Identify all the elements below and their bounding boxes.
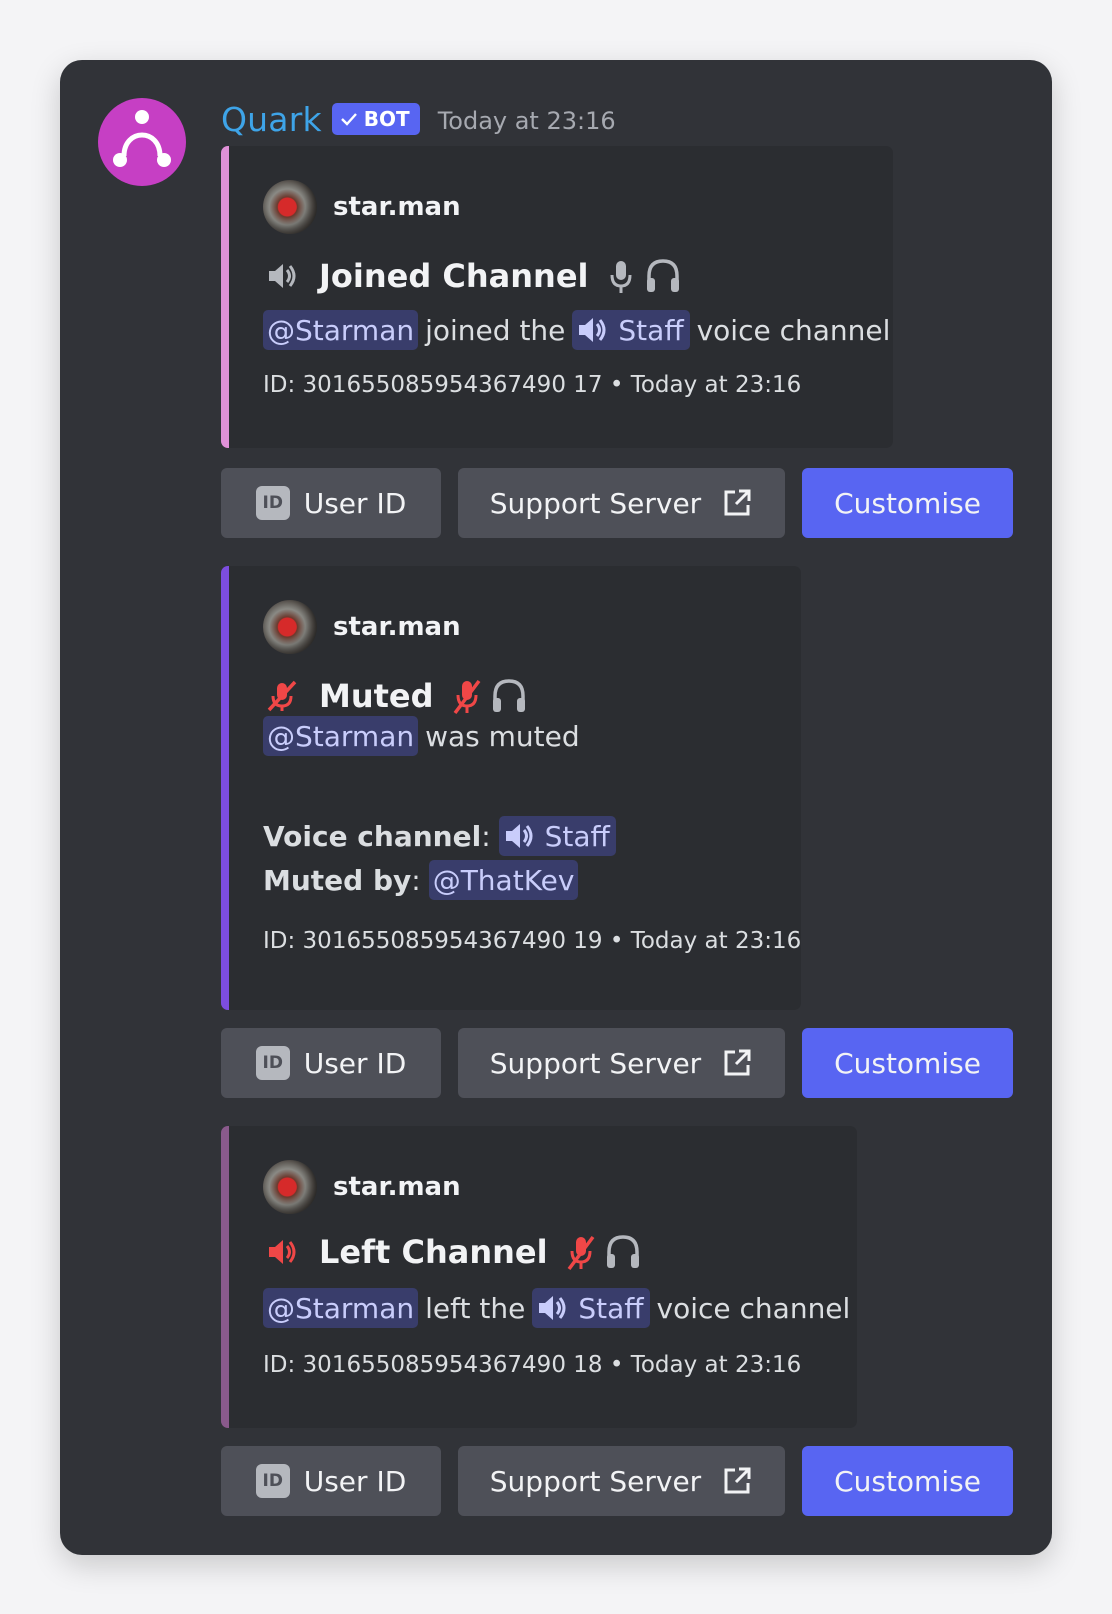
quark-logo-icon — [113, 110, 171, 167]
bot-avatar[interactable] — [98, 98, 186, 186]
action-row: ID User ID Support Server Customise — [221, 1446, 1013, 1516]
message-timestamp[interactable]: Today at 23:16 — [438, 107, 616, 135]
field-separator: : — [411, 863, 421, 897]
description-text: voice channel — [696, 313, 891, 347]
user-mention[interactable]: @Starman — [263, 1288, 419, 1328]
headphones-icon — [606, 1235, 639, 1268]
author-avatar[interactable] — [263, 600, 317, 654]
user-mention[interactable]: @Starman — [263, 310, 419, 350]
headphones-icon — [492, 679, 525, 712]
id-card-icon: ID — [255, 1046, 290, 1080]
description-text: voice channel — [656, 1291, 851, 1325]
id-card-icon: ID — [255, 486, 290, 520]
muted-microphone-icon — [453, 679, 480, 715]
voice-channel-icon — [579, 318, 606, 342]
channel-mention[interactable]: Staff — [498, 816, 616, 856]
embed-description: @Starman left the Staff voice channel — [263, 1288, 857, 1328]
external-link-icon — [724, 1049, 751, 1076]
embed-joined-channel: star.man Joined Channel @Starman joined … — [221, 146, 893, 448]
embed-footer: ID: 301655085954367490 17 • Today at 23:… — [263, 372, 802, 398]
user-id-button[interactable]: ID User ID — [221, 468, 441, 538]
embed-left-channel: star.man Left Channel @Starman left the … — [221, 1126, 857, 1428]
state-icons — [448, 676, 528, 716]
description-text: joined the — [425, 313, 566, 347]
embed-title: Left Channel — [263, 1232, 642, 1272]
author-name[interactable]: star.man — [333, 612, 461, 642]
embed-description: @Starman joined the Staff voice channel — [263, 310, 897, 350]
embed-title: Joined Channel — [263, 256, 682, 296]
author-name[interactable]: star.man — [333, 192, 461, 222]
author-avatar[interactable] — [263, 1160, 317, 1214]
user-mention[interactable]: @ThatKev — [428, 860, 579, 900]
embed-title-text: Joined Channel — [319, 257, 589, 295]
embed-title-text: Muted — [319, 677, 434, 715]
voice-channel-icon — [505, 824, 533, 848]
user-id-button[interactable]: ID User ID — [221, 1446, 441, 1516]
field-muted-by: Muted by : @ThatKev — [263, 860, 579, 900]
action-row: ID User ID Support Server Customise — [221, 1028, 1013, 1098]
button-label: Customise — [834, 1464, 981, 1498]
button-label: Support Server — [489, 486, 702, 520]
user-id-button[interactable]: ID User ID — [221, 1028, 441, 1098]
muted-microphone-icon — [567, 1235, 594, 1271]
channel-mention[interactable]: Staff — [532, 1288, 650, 1328]
bot-badge: BOT — [331, 103, 420, 135]
bot-name[interactable]: Quark — [221, 100, 322, 139]
verified-check-icon — [340, 113, 357, 126]
external-link-icon — [724, 1467, 751, 1494]
channel-name: Staff — [578, 1291, 644, 1325]
bot-badge-label: BOT — [363, 107, 410, 131]
customise-button[interactable]: Customise — [802, 468, 1013, 538]
embed-title: Muted — [263, 676, 528, 716]
user-mention[interactable]: @Starman — [263, 716, 419, 756]
embed-author: star.man — [263, 600, 461, 654]
channel-mention[interactable]: Staff — [572, 310, 690, 350]
state-icons — [602, 256, 682, 296]
state-icons — [562, 1232, 642, 1272]
message-header: Quark BOT Today at 23:16 — [221, 96, 616, 142]
action-row: ID User ID Support Server Customise — [221, 468, 1013, 538]
support-server-button[interactable]: Support Server — [458, 1028, 785, 1098]
embed-footer: ID: 301655085954367490 19 • Today at 23:… — [263, 928, 802, 954]
channel-name: Staff — [618, 313, 684, 347]
embed-description: @Starman was muted — [263, 716, 587, 756]
voice-channel-icon — [539, 1296, 566, 1320]
microphone-icon — [610, 261, 632, 293]
field-voice-channel: Voice channel : Staff — [263, 816, 616, 856]
channel-name: Staff — [544, 819, 610, 853]
field-separator: : — [481, 819, 491, 853]
embed-footer: ID: 301655085954367490 18 • Today at 23:… — [263, 1352, 802, 1378]
button-label: Customise — [834, 1046, 981, 1080]
speaker-red-icon — [263, 1233, 301, 1271]
customise-button[interactable]: Customise — [802, 1446, 1013, 1516]
description-text: left the — [425, 1291, 526, 1325]
support-server-button[interactable]: Support Server — [458, 1446, 785, 1516]
muted-microphone-icon — [263, 677, 301, 715]
speaker-icon — [263, 257, 301, 295]
button-label: Customise — [834, 486, 981, 520]
button-label: User ID — [303, 1464, 407, 1498]
embed-author: star.man — [263, 1160, 461, 1214]
field-label: Voice channel — [263, 819, 482, 853]
headphones-icon — [647, 259, 680, 292]
id-card-icon: ID — [255, 1464, 290, 1498]
external-link-icon — [724, 489, 751, 516]
author-avatar[interactable] — [263, 180, 317, 234]
embed-title-text: Left Channel — [319, 1233, 548, 1271]
customise-button[interactable]: Customise — [802, 1028, 1013, 1098]
description-text: was muted — [425, 719, 580, 753]
support-server-button[interactable]: Support Server — [458, 468, 785, 538]
button-label: Support Server — [489, 1464, 702, 1498]
embed-muted: star.man Muted @Starman was muted Voice … — [221, 566, 801, 1010]
embed-author: star.man — [263, 180, 461, 234]
button-label: Support Server — [489, 1046, 702, 1080]
field-label: Muted by — [263, 863, 412, 897]
author-name[interactable]: star.man — [333, 1172, 461, 1202]
button-label: User ID — [303, 486, 407, 520]
button-label: User ID — [303, 1046, 407, 1080]
